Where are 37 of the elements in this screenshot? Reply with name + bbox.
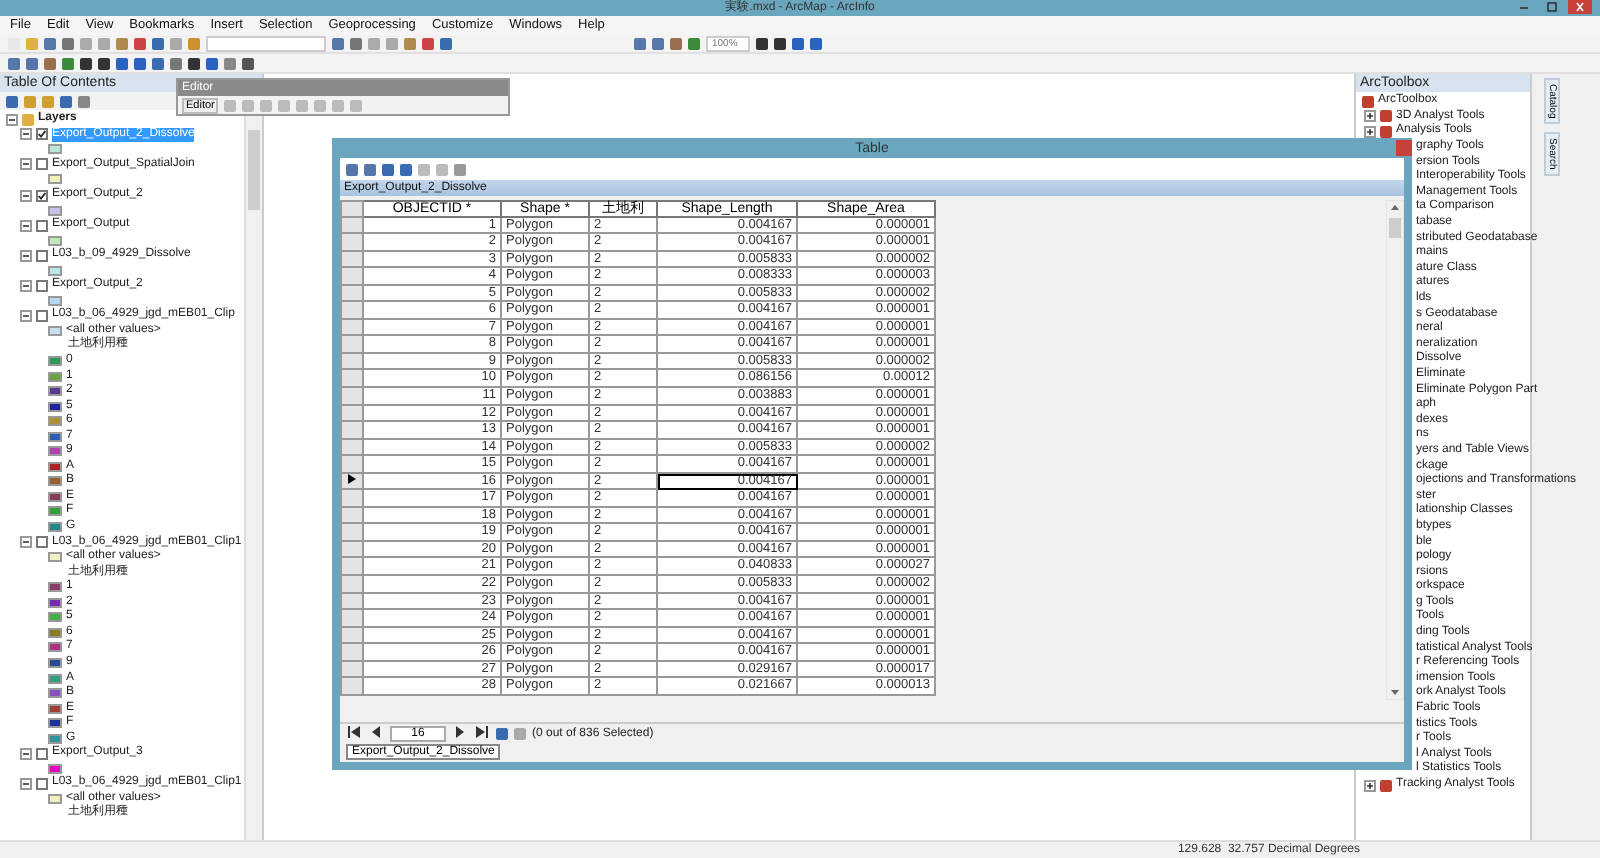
- layer-checkbox[interactable]: [36, 747, 48, 760]
- layer-checkbox[interactable]: [36, 279, 48, 292]
- collapse-icon[interactable]: [20, 747, 32, 760]
- collapse-icon[interactable]: [20, 309, 32, 322]
- all-records-icon[interactable]: [496, 728, 508, 740]
- scrollbar[interactable]: [1386, 200, 1404, 700]
- layer-checkbox[interactable]: [36, 158, 48, 171]
- collapse-icon[interactable]: [20, 219, 32, 232]
- layer-checkbox[interactable]: [36, 249, 48, 262]
- expand-icon[interactable]: [1364, 110, 1376, 123]
- current-row-icon: [348, 473, 356, 484]
- last-record-button[interactable]: [474, 726, 490, 742]
- first-record-button[interactable]: [346, 726, 362, 742]
- collapse-icon[interactable]: [20, 777, 32, 790]
- layer-checkbox[interactable]: [36, 777, 48, 790]
- expand-icon[interactable]: [1364, 779, 1376, 792]
- layer-checkbox[interactable]: [36, 536, 48, 549]
- layer-checkbox[interactable]: [36, 309, 48, 322]
- layer-checkbox[interactable]: [36, 189, 48, 201]
- layer-checkbox[interactable]: [36, 128, 48, 141]
- collapse-icon[interactable]: [20, 279, 32, 292]
- select-all-cell[interactable]: [340, 200, 364, 218]
- scrollbar[interactable]: [244, 110, 262, 840]
- collapse-icon[interactable]: [20, 128, 32, 141]
- close-button[interactable]: [1568, 0, 1592, 14]
- collapse-icon[interactable]: [20, 536, 32, 549]
- layers-icon: [22, 113, 34, 126]
- collapse-icon[interactable]: [6, 113, 18, 126]
- layer-checkbox[interactable]: [36, 219, 48, 232]
- previous-record-button[interactable]: [368, 726, 384, 742]
- collapse-icon[interactable]: [20, 189, 32, 201]
- collapse-icon[interactable]: [20, 249, 32, 262]
- collapse-icon[interactable]: [20, 158, 32, 171]
- next-record-button[interactable]: [452, 726, 468, 742]
- scale-field[interactable]: [206, 35, 326, 51]
- expand-icon[interactable]: [1364, 125, 1376, 138]
- toolbox-icon: [1380, 779, 1392, 792]
